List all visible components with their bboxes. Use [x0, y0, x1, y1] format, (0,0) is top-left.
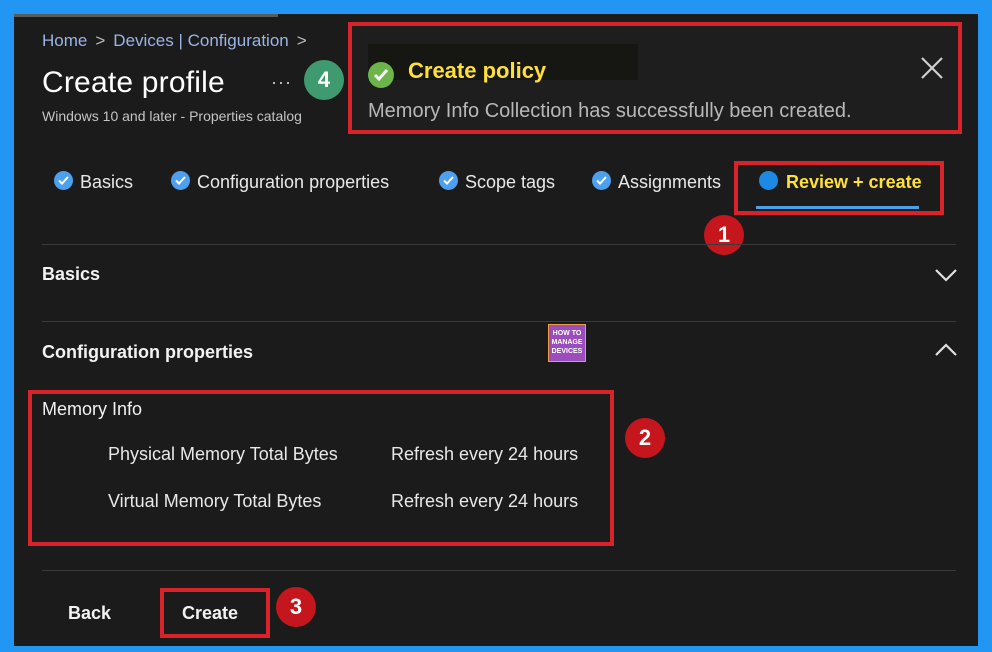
breadcrumb: Home > Devices | Configuration > [42, 31, 315, 51]
annotation-marker-3: 3 [276, 587, 316, 627]
top-accent-line [14, 14, 278, 17]
create-highlight-box [160, 588, 270, 638]
chevron-up-icon[interactable] [934, 342, 958, 358]
breadcrumb-separator: > [296, 31, 307, 50]
check-circle-icon [54, 171, 73, 190]
footer-divider [42, 570, 956, 571]
section-divider [42, 244, 956, 245]
annotation-marker-4: 4 [304, 60, 344, 100]
how-to-manage-devices-logo: HOW TO MANAGE DEVICES [548, 324, 586, 362]
memory-info-highlight-box [28, 390, 614, 546]
page-title: Create profile [42, 66, 225, 99]
more-options-button[interactable]: ··· [271, 72, 292, 93]
section-divider [42, 321, 956, 322]
annotation-marker-1: 1 [704, 215, 744, 255]
breadcrumb-home-link[interactable]: Home [42, 31, 87, 50]
check-circle-icon [171, 171, 190, 190]
tab-highlight-box [734, 161, 944, 215]
chevron-down-icon[interactable] [934, 267, 958, 283]
tab-label: Basics [80, 172, 134, 192]
portal-window: Home > Devices | Configuration > Create pro… [14, 14, 978, 646]
check-circle-icon [592, 171, 611, 190]
annotation-marker-2: 2 [625, 418, 665, 458]
tab-scope-tags[interactable]: Scope tags [439, 171, 555, 193]
tab-label: Configuration properties [197, 172, 390, 192]
breadcrumb-separator: > [95, 31, 106, 50]
tab-assignments[interactable]: Assignments [592, 171, 721, 193]
back-button[interactable]: Back [68, 603, 111, 624]
tab-label: Scope tags [465, 172, 556, 192]
toast-highlight-box [348, 22, 962, 134]
check-circle-icon [439, 171, 458, 190]
tab-label: Assignments [618, 172, 722, 192]
page-subtitle: Windows 10 and later - Properties catalo… [42, 108, 302, 124]
configuration-section-header[interactable]: Configuration properties [42, 342, 253, 363]
tab-configuration-properties[interactable]: Configuration properties [171, 171, 389, 193]
basics-section-header[interactable]: Basics [42, 264, 100, 285]
tab-basics[interactable]: Basics [54, 171, 133, 193]
breadcrumb-devices-link[interactable]: Devices | Configuration [113, 31, 288, 50]
